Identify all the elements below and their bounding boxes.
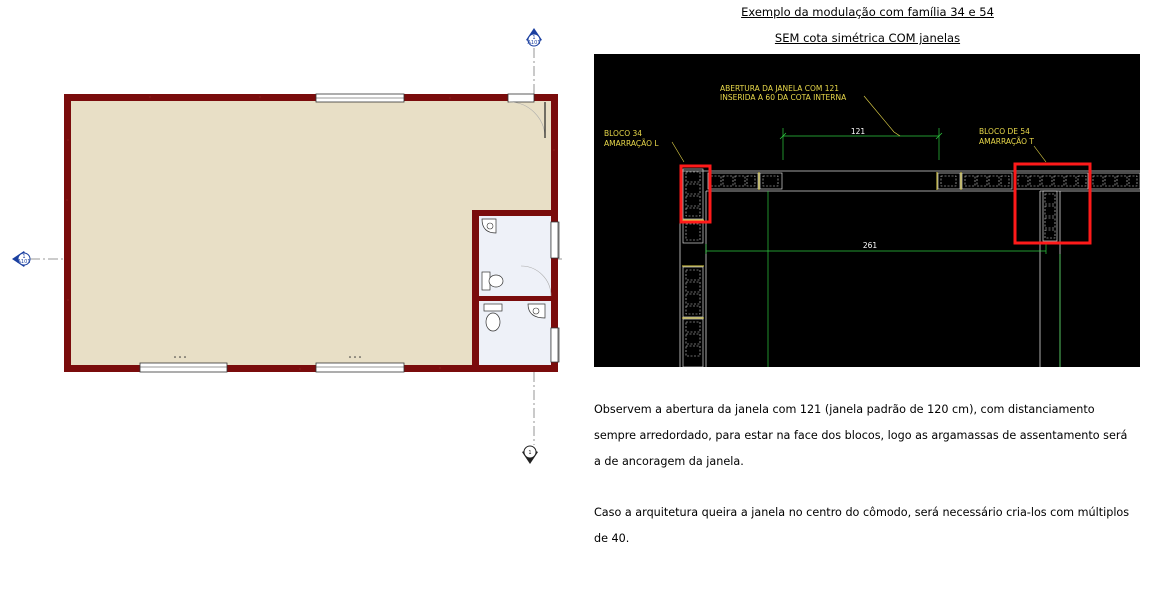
bathroom-door-2-leaf bbox=[550, 327, 559, 363]
svg-text:1: 1 bbox=[528, 450, 531, 456]
grid-marker-top[interactable]: 1 A101 bbox=[526, 28, 542, 47]
interior-wall-v bbox=[472, 210, 479, 372]
main-room bbox=[71, 101, 472, 365]
paragraph-1-line-1: Observem a abertura da janela com 121 (j… bbox=[594, 403, 1095, 416]
callout-block54-line-1: BLOCO DE 54 bbox=[979, 127, 1030, 136]
paragraph-2-line-2: de 40. bbox=[594, 532, 630, 545]
callout-block34-line-2: AMARRAÇÃO L bbox=[604, 139, 659, 148]
callout-block34-line-1: BLOCO 34 bbox=[604, 129, 642, 138]
grid-marker-left[interactable]: 1 A101 bbox=[12, 251, 31, 267]
heading-line-1: Exemplo da modulação com família 34 e 54 bbox=[741, 5, 994, 19]
cad-detail-panel: 121 261 ABERTURA DA JANELA COM 121 INSER… bbox=[594, 54, 1140, 367]
window-bottom-2 bbox=[315, 362, 405, 373]
paragraph-2-line-1: Caso a arquitetura queira a janela no ce… bbox=[594, 506, 1130, 519]
interior-wall-h1 bbox=[472, 210, 558, 216]
bathroom-door-1-leaf bbox=[550, 221, 559, 259]
svg-text:A101: A101 bbox=[528, 40, 541, 46]
window-bottom-1 bbox=[139, 362, 228, 373]
paragraph-1-line-2: sempre arredordado, para estar na face d… bbox=[594, 429, 1128, 442]
floor-plan: 1 A101 1 A101 1 bbox=[12, 28, 565, 464]
callout-block54-line-2: AMARRAÇÃO T bbox=[979, 137, 1034, 146]
dimension-span: 261 bbox=[863, 241, 878, 250]
svg-text:A101: A101 bbox=[18, 259, 31, 265]
callout-window-line-1: ABERTURA DA JANELA COM 121 bbox=[720, 84, 839, 93]
main-room-extension bbox=[472, 101, 551, 212]
window-top-2 bbox=[507, 93, 535, 103]
interior-wall-h2 bbox=[472, 296, 558, 301]
paragraph-1-line-3: a de ancoragem da janela. bbox=[594, 455, 744, 468]
cad-background bbox=[594, 54, 1140, 367]
grid-marker-bottom[interactable]: 1 bbox=[522, 445, 538, 464]
dimension-window: 121 bbox=[851, 127, 866, 136]
callout-window-line-2: INSERIDA A 60 DA COTA INTERNA bbox=[720, 93, 847, 102]
heading-line-2: SEM cota simétrica COM janelas bbox=[774, 31, 961, 45]
window-top-1 bbox=[315, 93, 405, 103]
